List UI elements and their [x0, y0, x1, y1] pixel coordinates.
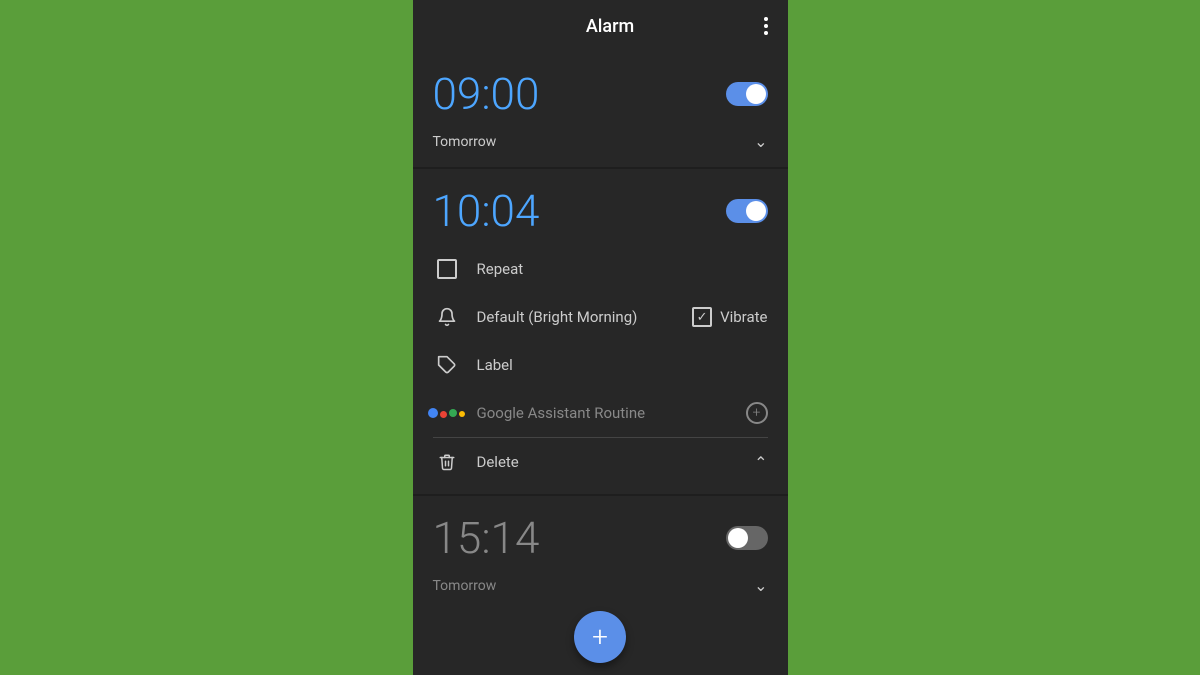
ga-icon	[433, 399, 461, 427]
vibrate-section[interactable]: Vibrate	[692, 307, 767, 327]
alarm-3-toggle-thumb	[728, 528, 748, 548]
alarm-3-toggle[interactable]	[726, 526, 768, 550]
alarm-card-2: 10:04 Repeat	[413, 169, 788, 494]
alarm-2-time: 10:04	[433, 185, 540, 237]
add-alarm-button[interactable]: +	[574, 611, 626, 663]
alarm-1-toggle-thumb	[746, 84, 766, 104]
alarm-3-chevron-icon: ⌄	[754, 576, 767, 595]
label-label: Label	[477, 356, 768, 374]
phone-container: Alarm 09:00 Tomorrow ⌄ 10:04	[413, 0, 788, 675]
alarm-1-subtitle-row[interactable]: Tomorrow ⌄	[413, 128, 788, 167]
ga-dots	[428, 408, 465, 418]
three-dots-icon	[764, 17, 768, 35]
alarm-1-chevron-icon: ⌄	[754, 132, 767, 151]
delete-label: Delete	[477, 453, 755, 471]
app-header: Alarm	[413, 0, 788, 52]
ga-routine-label: Google Assistant Routine	[477, 404, 746, 422]
alarm-2-toggle-thumb	[746, 201, 766, 221]
alarm-3-subtitle: Tomorrow	[433, 578, 497, 594]
ringtone-label: Default (Bright Morning)	[477, 308, 693, 326]
fab-plus-icon: +	[592, 623, 608, 651]
repeat-checkbox[interactable]	[437, 259, 457, 279]
delete-icon	[433, 448, 461, 476]
alarm-card-1: 09:00 Tomorrow ⌄	[413, 52, 788, 167]
alarm-card-3: 15:14 Tomorrow ⌄	[413, 496, 788, 599]
repeat-label: Repeat	[477, 260, 768, 278]
ga-add-icon[interactable]: +	[746, 402, 768, 424]
alarm-1-subtitle: Tomorrow	[433, 134, 497, 150]
alarm-3-time: 15:14	[433, 512, 540, 564]
app-title: Alarm	[586, 16, 634, 37]
vibrate-label: Vibrate	[720, 308, 767, 326]
repeat-row[interactable]: Repeat	[413, 245, 788, 293]
bell-icon	[433, 303, 461, 331]
repeat-checkbox-icon	[433, 255, 461, 283]
alarm-3-subtitle-row[interactable]: Tomorrow ⌄	[413, 572, 788, 599]
label-icon	[433, 351, 461, 379]
alarm-2-collapse-icon[interactable]: ⌃	[754, 453, 767, 472]
delete-row[interactable]: Delete ⌃	[413, 438, 788, 486]
alarm-1-toggle[interactable]	[726, 82, 768, 106]
alarm-1-time: 09:00	[433, 68, 540, 120]
label-row[interactable]: Label	[413, 341, 788, 389]
fab-container: +	[413, 599, 788, 675]
alarm-1-main-row[interactable]: 09:00	[413, 52, 788, 128]
alarm-list: 09:00 Tomorrow ⌄ 10:04	[413, 52, 788, 599]
alarm-2-main-row[interactable]: 10:04	[413, 169, 788, 245]
more-options-button[interactable]	[764, 17, 768, 35]
alarm-2-toggle[interactable]	[726, 199, 768, 223]
ga-routine-row[interactable]: Google Assistant Routine +	[413, 389, 788, 437]
alarm-2-details: Repeat Default (Bright Morning) Vibrate	[413, 245, 788, 494]
alarm-3-main-row[interactable]: 15:14	[413, 496, 788, 572]
ringtone-row[interactable]: Default (Bright Morning) Vibrate	[413, 293, 788, 341]
vibrate-checkbox[interactable]	[692, 307, 712, 327]
